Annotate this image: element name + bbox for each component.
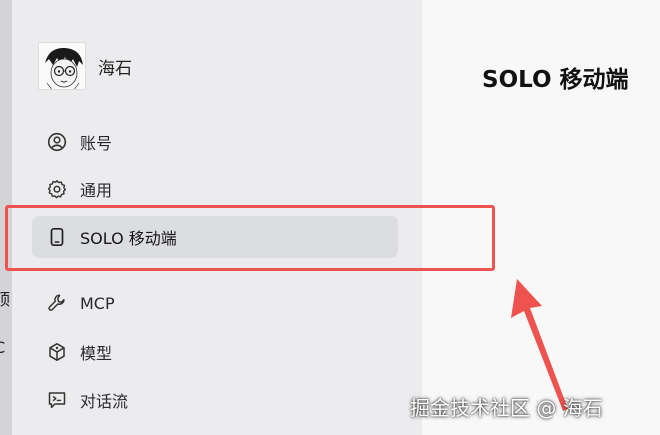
user-profile[interactable]: 海石 — [38, 42, 132, 90]
page-title: SOLO 移动端 — [482, 67, 629, 93]
background-text-fragment: C — [0, 338, 5, 357]
annotation-highlight-box — [5, 205, 495, 271]
sidebar-item-general[interactable]: 通用 — [32, 168, 398, 210]
watermark: 掘金技术社区 @ 海石 — [410, 396, 603, 420]
background-text-fragment: 顶 — [0, 290, 11, 309]
sidebar-item-label: 账号 — [80, 134, 113, 153]
model-cube-icon — [47, 342, 67, 362]
sidebar-item-label: 对话流 — [80, 392, 129, 411]
gear-icon — [47, 179, 67, 199]
sidebar-item-conversation-flow[interactable]: 对话流 — [32, 379, 398, 421]
sidebar-item-label: 模型 — [80, 344, 113, 363]
user-circle-icon — [47, 132, 67, 152]
avatar — [38, 42, 86, 90]
chat-flow-icon — [47, 390, 67, 410]
sidebar-item-mcp[interactable]: MCP — [32, 282, 398, 324]
profile-name: 海石 — [98, 58, 132, 79]
sidebar-item-label: 通用 — [80, 181, 113, 200]
sidebar-item-account[interactable]: 账号 — [32, 121, 398, 163]
manga-avatar-image — [39, 43, 85, 89]
sidebar-item-models[interactable]: 模型 — [32, 331, 398, 373]
sidebar-item-label: MCP — [80, 293, 115, 313]
wrench-icon — [47, 293, 67, 313]
